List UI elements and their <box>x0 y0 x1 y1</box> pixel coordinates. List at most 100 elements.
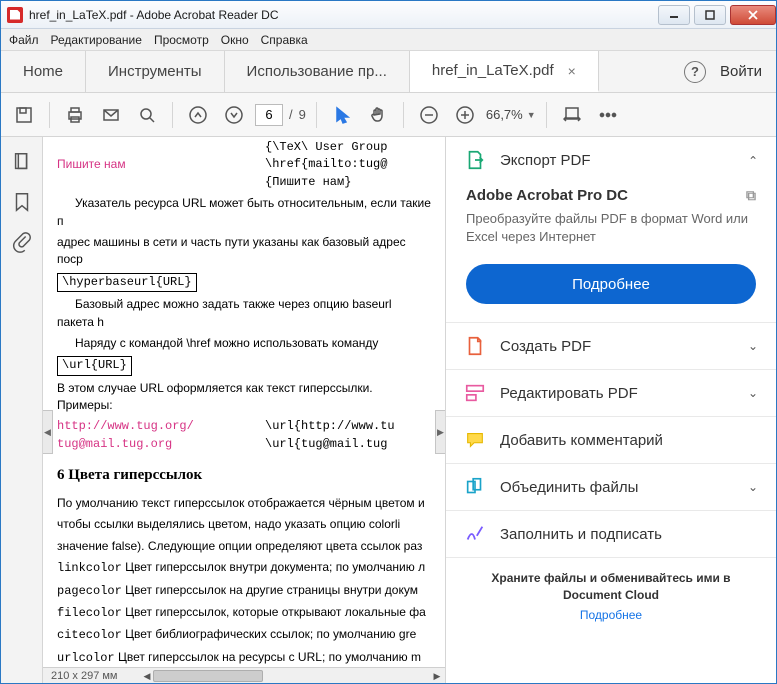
pro-subtitle: Преобразуйте файлы PDF в формат Word или… <box>466 210 756 246</box>
help-icon[interactable]: ? <box>684 61 706 83</box>
tab-home-label: Home <box>23 63 63 80</box>
left-splitter-icon[interactable]: ◀ <box>43 410 53 454</box>
copy-icon[interactable]: ⧉ <box>746 187 756 204</box>
attachment-icon[interactable] <box>11 231 33 253</box>
doc-heading: 6 Цвета гиперссылок <box>57 465 431 487</box>
tool-combine[interactable]: Объединить файлы⌄ <box>446 464 776 510</box>
menu-window[interactable]: Окно <box>221 33 249 47</box>
minimize-button[interactable] <box>658 5 690 25</box>
mail-icon[interactable] <box>96 100 126 130</box>
tab-tools-label: Инструменты <box>108 63 202 80</box>
doc-code-box: \url{URL} <box>57 356 132 375</box>
doc-text: По умолчанию текст гиперссылок отображае… <box>57 496 425 510</box>
tool-label: Добавить комментарий <box>500 432 663 449</box>
zoom-in-icon[interactable] <box>450 100 480 130</box>
fit-width-icon[interactable] <box>557 100 587 130</box>
menu-bar: Файл Редактирование Просмотр Окно Справк… <box>1 29 776 51</box>
zoom-value[interactable]: 66,7%▼ <box>486 107 536 122</box>
doc-text: Цвет библиографических ссылок; по умолча… <box>125 627 416 641</box>
search-icon[interactable] <box>132 100 162 130</box>
edit-pdf-icon <box>464 382 486 404</box>
scroll-right-icon[interactable]: ▶ <box>429 668 445 683</box>
doc-opt: linkcolor <box>57 561 122 575</box>
doc-text: Базовый адрес можно задать также через о… <box>57 297 392 328</box>
doc-opt: urlcolor <box>57 651 115 665</box>
right-splitter-icon[interactable]: ▶ <box>435 410 445 454</box>
doc-text: Цвет гиперссылок внутри документа; по ум… <box>125 560 425 574</box>
bookmark-icon[interactable] <box>11 191 33 213</box>
tool-create-pdf[interactable]: Создать PDF⌄ <box>446 323 776 369</box>
hand-tool-icon[interactable] <box>363 100 393 130</box>
learn-more-label: Подробнее <box>572 276 650 293</box>
app-icon <box>7 7 23 23</box>
chevron-up-icon: ⌄ <box>748 153 758 167</box>
combine-icon <box>464 476 486 498</box>
zoom-out-icon[interactable] <box>414 100 444 130</box>
doc-text: \url{tug@mail.tug <box>265 436 387 453</box>
tool-label: Экспорт PDF <box>500 152 591 169</box>
chevron-down-icon: ⌄ <box>748 339 758 353</box>
save-icon[interactable] <box>9 100 39 130</box>
zoom-label: 66,7% <box>486 107 523 122</box>
doc-text: Цвет гиперссылок на ресурсы с URL; по ум… <box>118 650 421 664</box>
tab-doc1[interactable]: Использование пр... <box>225 51 410 92</box>
doc-text: чтобы ссылки выделялись цветом, надо ука… <box>57 517 400 531</box>
doc-text: адрес машины в сети и часть пути указаны… <box>57 235 406 266</box>
tool-export-pdf[interactable]: Экспорт PDF ⌄ <box>446 137 776 183</box>
doc-text: Указатель ресурса URL может быть относит… <box>57 196 431 227</box>
doc-text: значение false). Следующие опции определ… <box>57 539 422 553</box>
doc-text: {Пишите нам} <box>265 174 351 191</box>
page-input[interactable] <box>255 104 283 126</box>
page-indicator: / 9 <box>255 104 306 126</box>
prev-page-icon[interactable] <box>183 100 213 130</box>
doc-url: tug@mail.tug.org <box>57 436 265 453</box>
menu-help[interactable]: Справка <box>261 33 308 47</box>
learn-more-button[interactable]: Подробнее <box>466 264 756 304</box>
thumbnails-icon[interactable] <box>11 151 33 173</box>
tab-tools[interactable]: Инструменты <box>86 51 225 92</box>
maximize-button[interactable] <box>694 5 726 25</box>
toolbar: / 9 66,7%▼ <box>1 93 776 137</box>
create-pdf-icon <box>464 335 486 357</box>
horizontal-scrollbar[interactable]: 210 x 297 мм ◀ ▶ <box>43 667 445 683</box>
signin-button[interactable]: Войти <box>720 63 762 80</box>
scroll-thumb[interactable] <box>153 670 263 682</box>
tool-edit-pdf[interactable]: Редактировать PDF⌄ <box>446 370 776 416</box>
doc-text: В этом случае URL оформляется как текст … <box>57 381 373 412</box>
tool-comment[interactable]: Добавить комментарий <box>446 417 776 463</box>
tab-doc2-label: href_in_LaTeX.pdf <box>432 62 554 79</box>
page-sep: / <box>289 107 293 122</box>
cloud-link[interactable]: Подробнее <box>446 608 776 632</box>
more-tools-icon[interactable] <box>593 100 623 130</box>
tool-label: Заполнить и подписать <box>500 526 662 543</box>
tools-panel: Экспорт PDF ⌄ Adobe Acrobat Pro DC⧉ Прео… <box>445 137 776 683</box>
menu-file[interactable]: Файл <box>9 33 39 47</box>
doc-link-text: Пишите нам <box>57 156 265 173</box>
export-body: Adobe Acrobat Pro DC⧉ Преобразуйте файлы… <box>446 183 776 322</box>
select-tool-icon[interactable] <box>327 100 357 130</box>
sign-icon <box>464 523 486 545</box>
window-titlebar: href_in_LaTeX.pdf - Adobe Acrobat Reader… <box>1 1 776 29</box>
doc-text: Цвет гиперссылок, которые открывают лока… <box>125 605 426 619</box>
tab-doc2[interactable]: href_in_LaTeX.pdf × <box>410 51 599 92</box>
doc-text: \url{http://www.tu <box>265 418 395 435</box>
tab-doc1-label: Использование пр... <box>247 63 387 80</box>
tool-label: Объединить файлы <box>500 479 638 496</box>
tool-fill-sign[interactable]: Заполнить и подписать <box>446 511 776 557</box>
doc-opt: citecolor <box>57 628 122 642</box>
doc-code-box: \hyperbaseurl{URL} <box>57 273 197 292</box>
print-icon[interactable] <box>60 100 90 130</box>
tab-close-icon[interactable]: × <box>568 63 576 79</box>
document-viewport[interactable]: ◀ {\TeX\ User Group Пишите нам\href{mail… <box>43 137 445 683</box>
main-area: ◀ {\TeX\ User Group Пишите нам\href{mail… <box>1 137 776 683</box>
menu-edit[interactable]: Редактирование <box>51 33 142 47</box>
menu-view[interactable]: Просмотр <box>154 33 209 47</box>
page-total: 9 <box>299 107 306 122</box>
tool-label: Редактировать PDF <box>500 385 638 402</box>
next-page-icon[interactable] <box>219 100 249 130</box>
pdf-page: {\TeX\ User Group Пишите нам\href{mailto… <box>43 137 445 667</box>
tab-home[interactable]: Home <box>1 51 86 92</box>
doc-opt: filecolor <box>57 606 122 620</box>
close-button[interactable] <box>730 5 776 25</box>
window-title: href_in_LaTeX.pdf - Adobe Acrobat Reader… <box>29 8 279 22</box>
